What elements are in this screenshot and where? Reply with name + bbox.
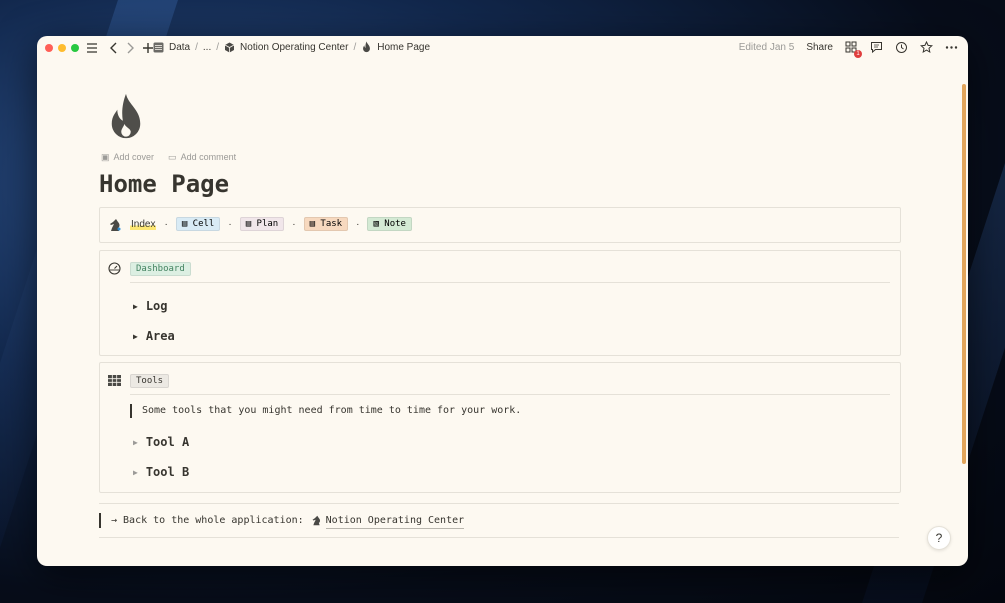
edited-timestamp: Edited Jan 5 — [738, 42, 795, 53]
nav-controls — [85, 41, 155, 55]
app-window: Data / ... / Notion Operating Center / H… — [37, 36, 968, 566]
breadcrumb-data[interactable]: Data — [153, 42, 190, 53]
divider — [130, 394, 890, 395]
grid-table-icon — [108, 375, 121, 386]
table-icon: ▤ — [245, 219, 257, 229]
dashboard-tag[interactable]: Dashboard — [130, 262, 191, 276]
divider — [99, 503, 899, 504]
notification-badge: 1 — [854, 50, 862, 58]
cube-icon — [224, 42, 235, 52]
star-icon[interactable] — [920, 41, 933, 54]
breadcrumb-notion-operating-center[interactable]: Notion Operating Center — [224, 42, 348, 53]
tools-description: Some tools that you might need from time… — [142, 405, 522, 416]
breadcrumb-home-page[interactable]: Home Page — [361, 41, 430, 53]
triangle-right-icon[interactable]: ▶ — [133, 302, 138, 311]
triangle-right-icon[interactable]: ▶ — [133, 332, 138, 341]
add-cover-button[interactable]: ▣ Add cover — [101, 152, 154, 163]
table-icon: ▤ — [181, 219, 193, 229]
sidebar-menu-icon[interactable] — [85, 41, 99, 55]
toggle-label: Log — [145, 299, 168, 313]
divider — [130, 282, 890, 283]
nav-links-callout: Index · ▤ Cell · ▤ Plan · ▤ Task · ▧ Not… — [99, 207, 901, 243]
add-comment-label: Add comment — [180, 152, 237, 162]
back-quote: → Back to the whole application: Notion … — [99, 513, 465, 529]
back-arrow-icon[interactable] — [107, 41, 121, 55]
more-icon[interactable] — [945, 41, 958, 54]
minimize-window-button[interactable] — [58, 44, 66, 52]
task-link-label: Task — [320, 219, 343, 229]
cell-link[interactable]: ▤ Cell — [175, 217, 221, 231]
link-separator: · — [292, 218, 296, 230]
close-window-button[interactable] — [45, 44, 53, 52]
horse-chess-icon — [110, 219, 121, 231]
notion-operating-center-link[interactable]: Notion Operating Center — [325, 513, 465, 529]
nav-links: Index · ▤ Cell · ▤ Plan · ▤ Task · ▧ Not… — [130, 217, 412, 231]
table-icon — [153, 42, 164, 52]
dashboard-callout: Dashboard ▶ Log ▶ Area — [99, 250, 901, 356]
add-comment-button[interactable]: ▭ Add comment — [168, 152, 236, 163]
toggle-label: Tool A — [145, 435, 190, 449]
breadcrumb-separator: / — [195, 41, 198, 53]
page-controls: ▣ Add cover ▭ Add comment — [101, 152, 236, 163]
link-separator: · — [228, 218, 232, 230]
index-link[interactable]: Index — [130, 218, 157, 230]
toggle-label: Area — [145, 329, 175, 343]
table-icon: ▤ — [309, 219, 321, 229]
image-icon: ▣ — [101, 152, 110, 162]
task-link[interactable]: ▤ Task — [303, 217, 349, 231]
triangle-right-icon[interactable]: ▶ — [133, 468, 138, 477]
breadcrumb-ellipsis[interactable]: ... — [203, 42, 211, 53]
breadcrumb-separator: / — [216, 41, 220, 53]
toggle-label: Tool B — [145, 465, 190, 479]
toggle-tool-a[interactable]: ▶ Tool A — [133, 435, 189, 449]
note-icon: ▧ — [373, 219, 385, 229]
breadcrumb-separator: / — [353, 41, 357, 53]
maximize-window-button[interactable] — [71, 44, 79, 52]
comment-icon: ▭ — [168, 152, 177, 162]
help-button[interactable]: ? — [927, 526, 951, 550]
scrollbar[interactable] — [962, 84, 966, 464]
link-separator: · — [164, 218, 168, 230]
cell-link-label: Cell — [192, 219, 215, 229]
breadcrumb-label: Notion Operating Center — [240, 41, 349, 53]
toggle-tool-b[interactable]: ▶ Tool B — [133, 465, 189, 479]
triangle-right-icon[interactable]: ▶ — [133, 438, 138, 447]
comment-icon[interactable] — [870, 41, 883, 54]
flame-icon — [363, 41, 371, 53]
gauge-icon — [108, 262, 121, 275]
updates-button[interactable]: 1 — [845, 41, 862, 58]
page-title[interactable]: Home Page — [99, 170, 229, 198]
add-cover-label: Add cover — [113, 152, 155, 162]
breadcrumb-label: ... — [202, 41, 212, 53]
horse-chess-icon — [312, 515, 320, 526]
flame-icon[interactable] — [107, 92, 145, 140]
breadcrumb: Data / ... / Notion Operating Center / H… — [153, 41, 430, 53]
tools-tag[interactable]: Tools — [130, 374, 170, 388]
toggle-log[interactable]: ▶ Log — [133, 299, 168, 313]
toggle-area[interactable]: ▶ Area — [133, 329, 175, 343]
plan-link-label: Plan — [256, 219, 279, 229]
share-button[interactable]: Share — [806, 42, 833, 53]
note-link-label: Note — [384, 219, 406, 229]
back-prefix: → Back to the whole application: — [111, 515, 304, 526]
breadcrumb-label: Data — [169, 41, 191, 53]
forward-arrow-icon[interactable] — [123, 41, 137, 55]
divider — [99, 537, 899, 538]
tools-description-quote: Some tools that you might need from time… — [130, 404, 521, 418]
tools-callout: Tools Some tools that you might need fro… — [99, 362, 901, 493]
plan-link[interactable]: ▤ Plan — [239, 217, 285, 231]
topbar-actions: Edited Jan 5 Share 1 — [738, 41, 958, 58]
link-separator: · — [356, 218, 360, 230]
breadcrumb-label: Home Page — [377, 41, 431, 53]
clock-history-icon[interactable] — [895, 41, 908, 54]
title-bar: Data / ... / Notion Operating Center / H… — [37, 36, 968, 60]
note-link[interactable]: ▧ Note — [367, 217, 412, 231]
